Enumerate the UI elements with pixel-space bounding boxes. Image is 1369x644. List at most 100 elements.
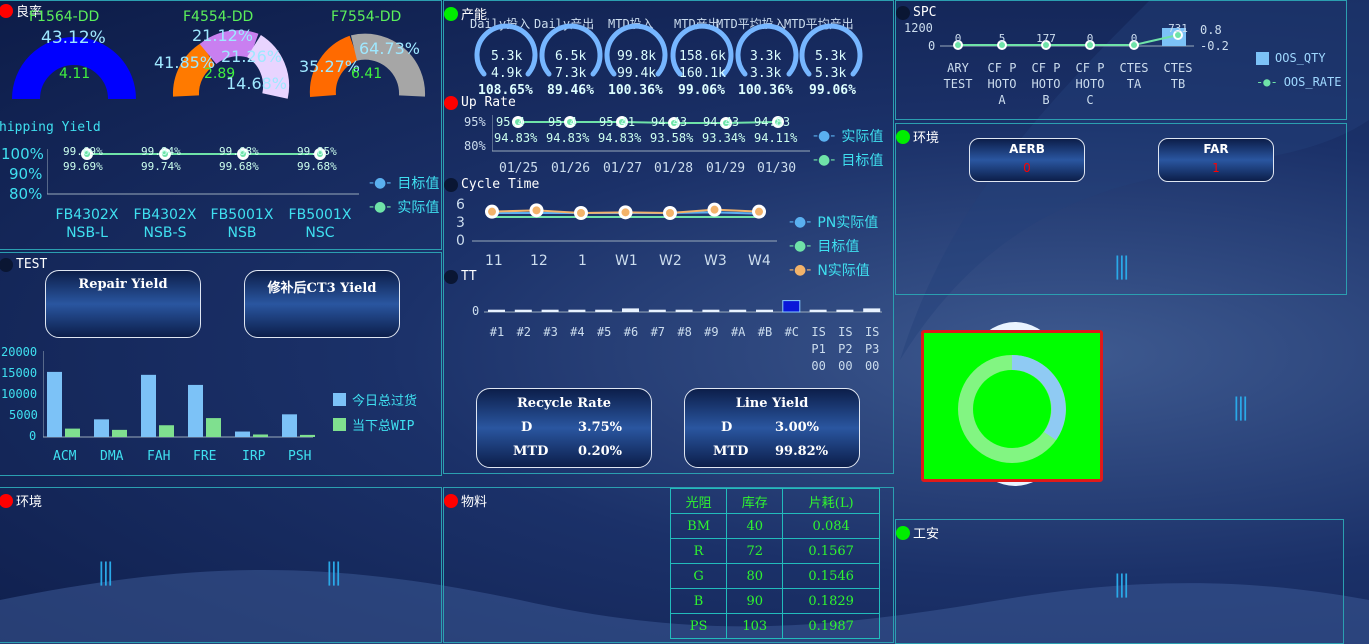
cycle-cat-3: 1 [578,253,587,269]
tt-category-label: #3 [543,325,558,339]
test-cat-dma: DMA [100,449,124,464]
far-box[interactable]: FAR 1 [1158,138,1274,182]
table-row[interactable]: G 80 0.1546 [669,563,880,589]
table-cell: B [669,588,728,614]
table-cell: G [669,563,728,589]
cat-line: FB5001X [288,207,352,223]
legend-daily-pass[interactable]: 今日总过货 [333,390,417,409]
uprate-legend-target[interactable]: -●- 目标值 [813,150,883,170]
legend-actual[interactable]: -●- 实际值 [369,197,439,217]
test-yaxis-15000: 15000 [1,366,38,380]
status-dot-icon [444,177,458,192]
tt-bar [863,308,881,312]
capacity-gauge6-pct: 99.06% [809,83,856,98]
cycle-point [666,209,674,217]
table-row[interactable]: BM 40 0.084 [669,513,880,539]
tt-bar [675,309,693,312]
legend-label: 今日总过货 [352,394,418,409]
capacity-gauge4-a: 158.6k [679,49,726,64]
cat-line: NSB-L [66,225,108,241]
gauge3-value: 6.41 [351,66,383,82]
bar-acm-series2 [65,428,80,437]
cycle-legend-pn[interactable]: -●- PN实际值 [789,212,878,232]
table-row[interactable]: PS 103 0.1987 [669,613,880,639]
ct3-yield-box[interactable]: 修补后CT3 Yield [244,270,400,338]
test-cat-fah: FAH [147,449,171,464]
test-cat-psh: PSH [288,449,312,464]
recycle-d-value: 3.75% [578,420,623,435]
status-dot-icon [444,95,458,110]
spc-yright-08: 0.8 [1200,23,1222,37]
test-yaxis-10000: 10000 [1,387,38,401]
table-cell: PS [669,613,728,639]
cycle-legend-n[interactable]: -●- N实际值 [789,260,870,280]
capacity-gauge2-a: 6.5k [555,49,587,64]
recycle-rate-box[interactable]: Recycle Rate D 3.75% MTD 0.20% [476,388,652,468]
uprate-date-4: 01/28 [654,161,694,176]
line-yield-box[interactable]: Line Yield D 3.00% MTD 99.82% [684,388,860,468]
test-cat-irp: IRP [242,449,266,464]
test-yaxis-5000: 5000 [9,408,38,422]
far-label: FAR [1203,142,1229,156]
chipping-target-label-1: 99.69% [63,145,103,158]
legend-label: OOS_QTY [1275,51,1326,65]
cycle-legend-target[interactable]: -●- 目标值 [789,236,859,256]
bar-fah-series2 [159,425,174,437]
loading-icon: ||| [326,558,342,586]
spc-categories: ARY TEST CF P HOTO A CF P HOTO B CF P HOTO C CTES TA… [940,60,1196,112]
loading-icon: ||| [1114,570,1130,598]
safety-panel: 工安 ||| [895,519,1344,644]
capacity-gauge2-pct: 89.46% [547,83,594,98]
spc-title: SPC [896,5,936,20]
cat-line: FB5001X [210,207,274,223]
donut-widget[interactable] [921,330,1103,482]
legend-label: 目标值 [817,239,860,255]
legend-wip[interactable]: 当下总WIP [333,415,414,434]
chipping-yaxis-100: 100% [1,145,44,163]
uprate-bottom-2: 94.83% [546,131,590,145]
uprate-date-2: 01/26 [551,161,591,176]
donut-chart [958,355,1066,463]
gauge1-name: F1564-DD [29,9,100,25]
table-row[interactable]: B 90 0.1829 [669,588,880,614]
chipping-target-label-4: 99.85% [297,145,337,158]
spc-legend-qty[interactable]: OOS_QTY [1256,51,1326,65]
chipping-cat-2: FB4302X NSB-S [129,206,201,242]
table-row[interactable]: R 72 0.1567 [669,538,880,564]
tt-bar [595,309,613,312]
cycle-title: Cycle Time [444,177,539,192]
spc-yleft-1200: 1200 [904,21,933,35]
chipping-yaxis-90: 90% [9,165,43,183]
bar-fre-series2 [206,418,221,437]
chipping-cat-3: FB5001X NSB [206,206,278,242]
legend-label: PN实际值 [817,215,879,231]
legend-label: 目标值 [397,176,440,192]
cycle-point [577,209,585,217]
tt-category-label: #A [730,325,746,339]
uprate-legend-actual[interactable]: -●- 实际值 [813,126,883,146]
spc-yright-neg02: -0.2 [1200,39,1229,53]
repair-yield-box[interactable]: Repair Yield [45,270,201,338]
test-yaxis-0: 0 [29,429,37,443]
loading-icon: ||| [98,558,114,586]
column-header: 片耗(L) [782,488,880,514]
capacity-gauge4-b: 160.1k [679,66,726,81]
chipping-cat-4: FB5001X NSC [284,206,356,242]
legend-label: 目标值 [841,153,884,169]
gauge3-pct-right: 64.73% [359,39,421,58]
uprate-date-6: 01/30 [757,161,797,176]
bar-irp-series2 [253,434,268,437]
legend-target[interactable]: -●- 目标值 [369,173,439,193]
uprate-bottom-4: 93.58% [650,131,694,145]
spc-data-label: 731 [1168,22,1188,35]
aerb-box[interactable]: AERB 0 [969,138,1085,182]
loading-icon: ||| [1233,393,1249,421]
tt-bar [836,309,854,312]
line-yield-d-value: 3.00% [775,420,820,435]
spc-legend-rate[interactable]: -●- OOS_RATE [1256,75,1341,89]
table-cell: 0.1546 [782,563,880,589]
capacity-gauge5-a: 3.3k [750,49,782,64]
legend-label: 实际值 [841,129,884,145]
chipping-actual-label-4: 99.68% [297,160,337,173]
tt-category-label: IS P3 00 [864,325,880,373]
